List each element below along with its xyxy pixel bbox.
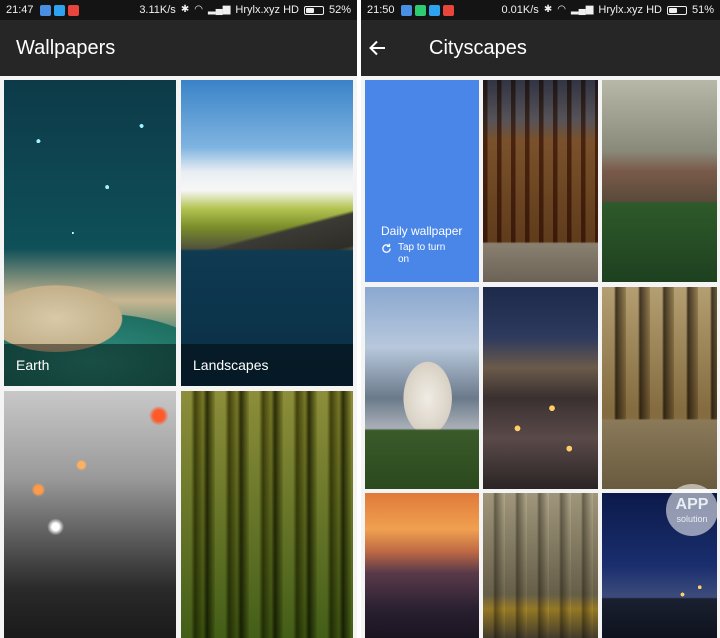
app-bar: Cityscapes — [361, 20, 720, 76]
status-time: 21:47 — [6, 4, 34, 16]
notification-icon — [442, 4, 454, 16]
status-right: 3.11K/s ✱ ◠ ▂▄▆ Hrylx.xyz HD 52% — [139, 4, 351, 16]
status-time: 21:50 — [367, 4, 395, 16]
category-label: Earth — [4, 344, 176, 386]
wallpapers-screen: 21:47 3.11K/s ✱ ◠ ▂▄▆ Hrylx.xyz HD 52% W… — [0, 0, 357, 638]
daily-wallpaper-toggle[interactable]: Tap to turn on — [381, 242, 458, 266]
wallpaper-thumbnail[interactable] — [602, 287, 717, 489]
daily-wallpaper-subtitle: Tap to turn on — [398, 242, 446, 265]
battery-icon — [666, 5, 687, 15]
category-landscapes[interactable]: Landscapes — [181, 80, 353, 386]
wifi-icon: ◠ — [557, 4, 566, 15]
bluetooth-icon: ✱ — [543, 4, 553, 15]
daily-wallpaper-title: Daily wallpaper — [381, 224, 463, 238]
battery-icon — [303, 5, 324, 15]
carrier-name: Hrylx.xyz HD — [235, 4, 299, 16]
category-textures[interactable] — [181, 391, 353, 638]
app-solution-watermark: APP solution — [666, 484, 718, 536]
wallpaper-thumbnail[interactable] — [602, 80, 717, 282]
notification-icon — [414, 4, 426, 16]
status-right: 0.01K/s ✱ ◠ ▂▄▆ Hrylx.xyz HD 51% — [502, 4, 715, 16]
status-bar: 21:47 3.11K/s ✱ ◠ ▂▄▆ Hrylx.xyz HD 52% — [0, 0, 357, 20]
cityscapes-screen: 21:50 0.01K/s ✱ ◠ ▂▄▆ Hrylx.xyz HD 51% C… — [361, 0, 720, 638]
battery-percent: 51% — [691, 4, 714, 16]
notification-icons — [400, 4, 454, 16]
status-bar: 21:50 0.01K/s ✱ ◠ ▂▄▆ Hrylx.xyz HD 51% — [361, 0, 720, 20]
page-title: Wallpapers — [16, 36, 116, 59]
category-city-lights[interactable] — [4, 391, 176, 638]
notification-icon — [428, 4, 440, 16]
bluetooth-icon: ✱ — [180, 4, 190, 15]
wallpaper-thumbnail[interactable] — [365, 287, 479, 489]
signal-icon: ▂▄▆ — [570, 4, 594, 15]
notification-icon — [39, 4, 51, 16]
arrow-left-icon[interactable] — [361, 20, 405, 76]
notification-icon — [400, 4, 412, 16]
wallpaper-thumbnail[interactable] — [483, 287, 598, 489]
notification-icon — [67, 4, 79, 16]
battery-percent: 52% — [328, 4, 351, 16]
signal-icon: ▂▄▆ — [207, 4, 231, 15]
notification-icons — [39, 4, 79, 16]
refresh-icon — [381, 243, 392, 257]
wallpaper-thumbnail[interactable] — [483, 80, 598, 282]
page-title: Cityscapes — [429, 36, 527, 59]
category-earth[interactable]: Earth — [4, 80, 176, 386]
watermark-top: APP — [675, 495, 709, 513]
wifi-icon: ◠ — [194, 4, 203, 15]
notification-icon — [53, 4, 65, 16]
network-speed: 3.11K/s — [139, 4, 176, 16]
network-speed: 0.01K/s — [501, 4, 539, 16]
daily-wallpaper-tile[interactable]: Daily wallpaper Tap to turn on — [365, 80, 479, 282]
wallpaper-thumbnail[interactable] — [365, 493, 479, 638]
wallpaper-thumbnail[interactable] — [483, 493, 598, 638]
category-label: Landscapes — [181, 344, 353, 386]
app-bar: Wallpapers — [0, 20, 357, 76]
watermark-bottom: solution — [676, 513, 708, 524]
carrier-name: Hrylx.xyz HD — [598, 4, 662, 16]
